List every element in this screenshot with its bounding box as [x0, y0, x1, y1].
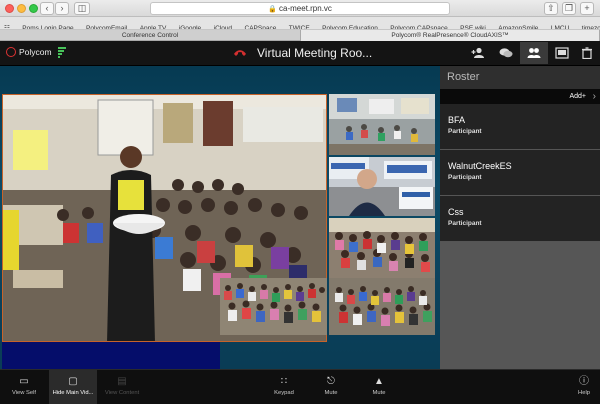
meeting-title: Virtual Meeting Roo...	[257, 46, 373, 60]
favorite-link[interactable]: Apple TV	[136, 22, 171, 29]
participant-name: WalnutCreekES	[448, 161, 512, 171]
zoom-window-button[interactable]	[29, 4, 38, 13]
minimize-window-button[interactable]	[17, 4, 26, 13]
hide-main-video-label: Hide Main Vid...	[52, 390, 94, 396]
view-self-button[interactable]: ▭ View Self	[0, 370, 48, 404]
favorite-link[interactable]: iGoogle	[175, 22, 205, 29]
participant-role: Participant	[448, 174, 482, 181]
tab-conference-control[interactable]: Conference Control	[0, 30, 300, 41]
monitor-icon: ▭	[19, 376, 29, 387]
mute-microphone-button[interactable]: ⎋ Mute	[316, 370, 346, 404]
app-header: Polycom Virtual Meeting Roo...	[0, 41, 600, 66]
classroom-video-image	[329, 278, 435, 335]
participant-video[interactable]	[329, 94, 435, 155]
bookmarks-icon[interactable]: ☷	[0, 22, 14, 29]
view-self-label: View Self	[11, 390, 37, 396]
hide-main-video-button[interactable]: ▢ Hide Main Vid...	[49, 370, 97, 404]
participant-role: Participant	[448, 128, 482, 135]
roster-item[interactable]: BFA Participant	[440, 104, 600, 150]
microphone-icon: ⎋	[327, 376, 335, 387]
favorite-link[interactable]: PSE wiki	[456, 22, 490, 29]
help-label: Help	[578, 390, 590, 396]
favorite-link[interactable]: Polycom Education	[318, 22, 382, 29]
classroom-video-image	[329, 218, 435, 278]
favorite-link[interactable]: CAPSpace	[241, 22, 281, 29]
favorite-link[interactable]: TWICE	[285, 22, 314, 29]
sidebar-icon[interactable]: ◫	[74, 2, 90, 15]
favorite-link[interactable]: timezone buddy	[578, 22, 600, 29]
man-video-image	[329, 157, 435, 216]
favorite-link[interactable]: AmazonSmile	[494, 22, 542, 29]
video-stage	[0, 66, 440, 402]
participant-video[interactable]	[329, 218, 435, 278]
favorite-link[interactable]: LMCU	[547, 22, 573, 29]
new-tab-icon[interactable]: +	[580, 2, 594, 15]
participant-name: BFA	[448, 115, 466, 125]
chevron-right-icon: ›	[592, 91, 596, 102]
view-content-label: View Content	[104, 390, 140, 396]
roster-icon[interactable]	[520, 42, 548, 64]
video-icon: ▢	[68, 376, 78, 387]
favorite-link[interactable]: Poms Login Page	[18, 22, 77, 29]
signal-strength-icon[interactable]	[58, 47, 66, 59]
share-icon[interactable]: ⇧	[544, 2, 558, 15]
logo-text: Polycom	[19, 47, 52, 57]
app-window: ‹ › ◫ 🔒 ca-meet.rpn.vc ⇧ ❐ + ☷ Poms Logi…	[0, 0, 600, 404]
keypad-button[interactable]: ∷ Keypad	[264, 370, 304, 404]
address-bar[interactable]: 🔒 ca-meet.rpn.vc	[150, 2, 450, 15]
tabs-overview-icon[interactable]: ❐	[562, 2, 576, 15]
help-icon: ⓘ	[579, 376, 589, 387]
participant-video[interactable]	[329, 157, 435, 216]
roster-item[interactable]: WalnutCreekES Participant	[440, 150, 600, 196]
roster-title: Roster	[440, 66, 600, 89]
participant-video[interactable]	[220, 278, 327, 335]
roster-panel: Roster Add+ › BFA Participant WalnutCree…	[440, 66, 600, 369]
favorite-link[interactable]: PolycomEmail	[82, 22, 131, 29]
participant-name: Css	[448, 207, 464, 217]
content-icon: ▤	[117, 376, 127, 387]
call-toolbar: ▭ View Self ▢ Hide Main Vid... ▤ View Co…	[0, 369, 600, 404]
favorites-bar: ☷ Poms Login Page PolycomEmail Apple TV …	[0, 17, 600, 30]
add-participant-button[interactable]: Add+ ›	[440, 89, 600, 104]
participant-role: Participant	[448, 220, 482, 227]
browser-toolbar: ‹ › ◫ 🔒 ca-meet.rpn.vc ⇧ ❐ +	[0, 0, 600, 17]
participant-video[interactable]	[329, 278, 435, 335]
mute-microphone-label: Mute	[324, 390, 338, 396]
layout-icon[interactable]	[548, 42, 576, 64]
favorite-link[interactable]: Polycom CAPspace	[386, 22, 451, 29]
url-text: ca-meet.rpn.vc	[279, 4, 332, 13]
add-participant-label: Add+	[569, 93, 586, 100]
roster-item[interactable]: Css Participant	[440, 196, 600, 242]
help-button[interactable]: ⓘ Help	[570, 370, 598, 404]
back-icon[interactable]: ‹	[40, 2, 54, 15]
hang-up-icon[interactable]	[233, 49, 247, 57]
add-participant-icon[interactable]	[464, 42, 492, 64]
classroom-video-image	[220, 278, 327, 335]
browser-tab-bar: Conference Control Polycom® RealPresence…	[0, 30, 600, 41]
keypad-icon: ∷	[280, 376, 288, 387]
polycom-logo: Polycom	[6, 47, 52, 57]
chat-icon[interactable]	[492, 42, 520, 64]
classroom-video-image	[329, 94, 435, 155]
lock-icon: 🔒	[268, 6, 277, 13]
trash-icon[interactable]	[573, 42, 600, 64]
forward-icon[interactable]: ›	[55, 2, 69, 15]
mute-speaker-button[interactable]: ▲ Mute	[364, 370, 394, 404]
keypad-label: Keypad	[274, 390, 294, 396]
tab-cloudaxis[interactable]: Polycom® RealPresence® CloudAXIS™	[300, 30, 600, 41]
view-content-button[interactable]: ▤ View Content	[98, 370, 146, 404]
speaker-icon: ▲	[374, 376, 384, 387]
favorite-link[interactable]: iCloud	[210, 22, 236, 29]
mute-speaker-label: Mute	[372, 390, 386, 396]
polycom-logo-icon	[6, 47, 16, 57]
close-window-button[interactable]	[5, 4, 14, 13]
